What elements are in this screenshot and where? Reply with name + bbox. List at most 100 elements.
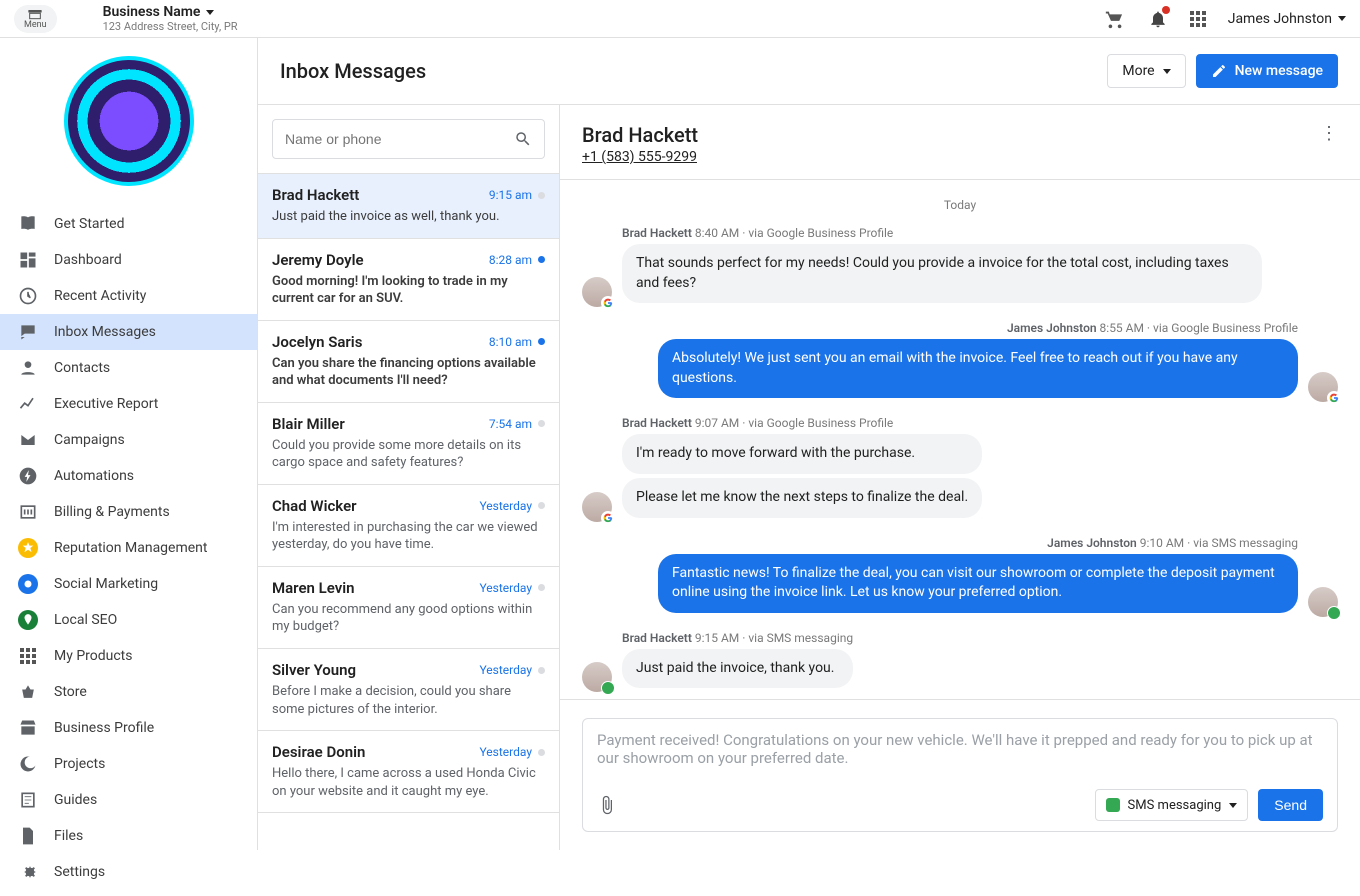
gear-icon xyxy=(18,862,38,882)
star-icon xyxy=(18,538,38,558)
thread-preview: Can you share the financing options avai… xyxy=(272,355,545,390)
avatar xyxy=(582,492,612,522)
notifications-button[interactable] xyxy=(1148,8,1168,30)
status-dot xyxy=(538,420,545,427)
sidebar-item-label: Dashboard xyxy=(54,252,122,268)
chat-column: Brad Hackett +1 (583) 555-9299 ⋮ Today B… xyxy=(560,105,1360,850)
dashboard-icon xyxy=(18,250,38,270)
sidebar-item-files[interactable]: Files xyxy=(0,818,257,854)
files-icon xyxy=(18,826,38,846)
thread-item[interactable]: Chad Wicker Yesterday I'm interested in pu… xyxy=(258,485,559,567)
sidebar-item-guides[interactable]: Guides xyxy=(0,782,257,818)
composer: Payment received! Congratulations on you… xyxy=(560,699,1360,850)
contact-phone[interactable]: +1 (583) 555-9299 xyxy=(582,149,697,165)
sidebar-item-billing-payments[interactable]: Billing & Payments xyxy=(0,494,257,530)
sidebar-item-label: Business Profile xyxy=(54,720,154,736)
chat-menu-button[interactable]: ⋮ xyxy=(1320,123,1338,144)
apps-icon xyxy=(18,646,38,666)
message-bubble: Fantastic news! To finalize the deal, yo… xyxy=(658,554,1298,613)
sidebar-item-settings[interactable]: Settings xyxy=(0,854,257,890)
contact-name: Brad Hackett xyxy=(582,123,698,147)
thread-preview: Hello there, I came across a used Honda … xyxy=(272,765,545,800)
sidebar-item-local-seo[interactable]: Local SEO xyxy=(0,602,257,638)
status-dot xyxy=(538,502,545,509)
guides-icon xyxy=(18,790,38,810)
search-field[interactable] xyxy=(285,131,506,147)
send-button[interactable]: Send xyxy=(1258,789,1323,821)
sidebar-item-get-started[interactable]: Get Started xyxy=(0,206,257,242)
sidebar-item-projects[interactable]: Projects xyxy=(0,746,257,782)
bolt-icon xyxy=(18,466,38,486)
thread-item[interactable]: Brad Hackett9:15 amJust paid the invoice… xyxy=(258,174,559,239)
avatar xyxy=(582,662,612,692)
thread-item[interactable]: Desirae Donin Yesterday Hello there, I cam… xyxy=(258,731,559,813)
menu-button[interactable]: Menu xyxy=(14,5,57,33)
status-dot xyxy=(538,192,545,199)
thread-name: Chad Wicker xyxy=(272,497,357,515)
avatar xyxy=(1308,372,1338,402)
sidebar-item-label: Contacts xyxy=(54,360,110,376)
menu-label: Menu xyxy=(24,20,47,30)
compose-box[interactable]: Payment received! Congratulations on you… xyxy=(582,718,1338,832)
channel-selector[interactable]: SMS messaging xyxy=(1095,789,1249,821)
inbox-icon xyxy=(18,322,38,342)
business-selector[interactable]: Business Name 123 Address Street, City, … xyxy=(103,4,238,33)
sidebar-item-dashboard[interactable]: Dashboard xyxy=(0,242,257,278)
chevron-down-icon xyxy=(206,10,214,15)
avatar xyxy=(582,277,612,307)
sidebar-item-social-marketing[interactable]: Social Marketing xyxy=(0,566,257,602)
book-open-icon xyxy=(18,214,38,234)
thread-preview: Can you recommend any good options withi… xyxy=(272,601,545,636)
attachment-icon[interactable] xyxy=(597,794,617,816)
chevron-down-icon xyxy=(1229,803,1237,808)
thread-time: 9:15 am xyxy=(489,188,545,202)
thread-preview: Before I make a decision, could you shar… xyxy=(272,683,545,718)
sidebar-item-label: Local SEO xyxy=(54,612,117,628)
cart-icon xyxy=(1104,8,1126,30)
thread-preview: Good morning! I'm looking to trade in my… xyxy=(272,273,545,308)
message-bubble: I'm ready to move forward with the purch… xyxy=(622,434,982,474)
thread-name: Jeremy Doyle xyxy=(272,251,364,269)
thread-name: Jocelyn Saris xyxy=(272,333,362,351)
avatar xyxy=(1308,587,1338,617)
sidebar-item-contacts[interactable]: Contacts xyxy=(0,350,257,386)
sidebar-item-label: Get Started xyxy=(54,216,125,232)
google-badge-icon xyxy=(1327,391,1341,405)
search-input[interactable] xyxy=(272,119,545,159)
thread-item[interactable]: Jeremy Doyle 8:28 am Good morning! I'm loo… xyxy=(258,239,559,321)
sidebar-item-automations[interactable]: Automations xyxy=(0,458,257,494)
thread-item[interactable]: Jocelyn Saris8:10 amCan you share the fi… xyxy=(258,321,559,403)
thread-item[interactable]: Blair Miller7:54 amCould you provide som… xyxy=(258,403,559,485)
date-divider: Today xyxy=(582,198,1338,212)
sidebar-item-executive-report[interactable]: Executive Report xyxy=(0,386,257,422)
thread-time: Yesterday xyxy=(479,745,545,759)
thread-name: Desirae Donin xyxy=(272,743,365,761)
social-icon xyxy=(18,574,38,594)
thread-item[interactable]: Maren LevinYesterdayCan you recommend an… xyxy=(258,567,559,649)
new-message-button[interactable]: New message xyxy=(1196,54,1338,88)
thread-time: Yesterday xyxy=(479,499,545,513)
sidebar-item-inbox-messages[interactable]: Inbox Messages xyxy=(0,314,257,350)
sidebar-item-campaigns[interactable]: Campaigns xyxy=(0,422,257,458)
thread-item[interactable]: Silver YoungYesterdayBefore I make a dec… xyxy=(258,649,559,731)
nav-list: Get Started Dashboard Recent ActivityInbox… xyxy=(0,200,257,896)
message-meta: James Johnston 9:10 AM · via SMS messagi… xyxy=(1047,536,1298,550)
cart-button[interactable] xyxy=(1104,8,1126,30)
user-menu[interactable]: James Johnston xyxy=(1228,11,1346,27)
thread-time: 8:28 am xyxy=(489,253,545,267)
sidebar-item-reputation-management[interactable]: Reputation Management xyxy=(0,530,257,566)
compose-text[interactable]: Payment received! Congratulations on you… xyxy=(597,731,1323,775)
sidebar-item-label: Files xyxy=(54,828,83,844)
billing-icon xyxy=(18,502,38,522)
sidebar-item-my-products[interactable]: My Products xyxy=(0,638,257,674)
thread-preview: I'm interested in purchasing the car we … xyxy=(272,519,545,554)
pin-icon xyxy=(18,610,38,630)
sidebar-item-store[interactable]: Store xyxy=(0,674,257,710)
apps-button[interactable] xyxy=(1190,11,1206,27)
sidebar-item-business-profile[interactable]: Business Profile xyxy=(0,710,257,746)
google-badge-icon xyxy=(601,511,615,525)
message-meta: James Johnston 8:55 AM · via Google Busi… xyxy=(1007,321,1298,335)
sidebar-item-recent-activity[interactable]: Recent Activity xyxy=(0,278,257,314)
clock-icon xyxy=(18,286,38,306)
more-button[interactable]: More xyxy=(1107,54,1185,88)
